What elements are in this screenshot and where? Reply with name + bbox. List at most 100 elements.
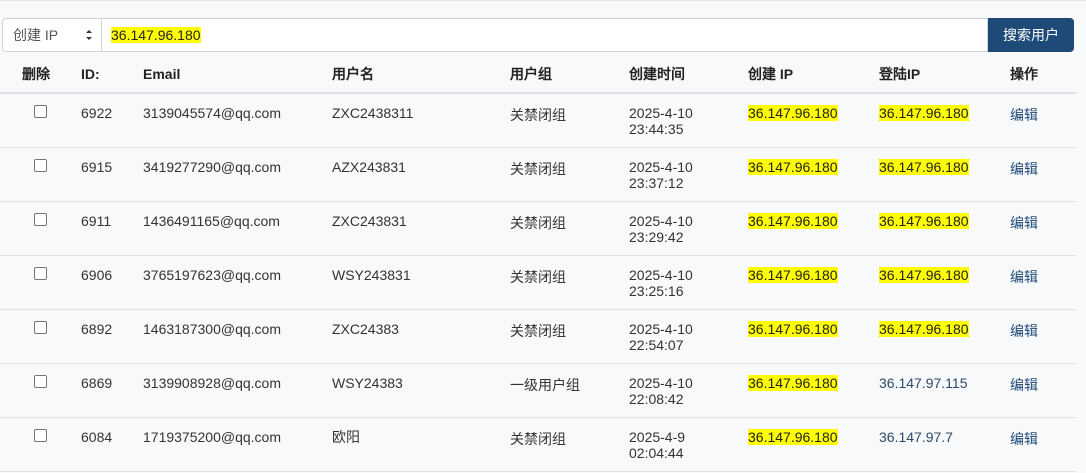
delete-cell [0,417,81,472]
user-email: 1436491165@qq.com [143,213,280,229]
edit-link[interactable]: 编辑 [1010,321,1038,339]
created-ip: 36.147.96.180 [748,105,838,121]
user-group: 关禁闭组 [510,431,566,447]
search-input-value: 36.147.96.180 [111,27,201,43]
edit-link[interactable]: 编辑 [1010,429,1038,447]
created-ip: 36.147.96.180 [748,375,838,391]
users-table: 删除 ID: Email 用户名 用户组 创建时间 创建 IP 登陆IP 操作 … [0,56,1076,472]
search-users-button[interactable]: 搜索用户 [988,18,1074,52]
created-date: 2025-4-10 [629,375,693,391]
edit-link[interactable]: 编辑 [1010,105,1038,123]
user-id: 6911 [81,213,112,229]
user-group: 关禁闭组 [510,161,566,177]
table-row: 6892 1463187300@qq.com ZXC24383 关禁闭组 202… [0,309,1076,364]
created-time: 2025-4-10 23:37:12 [629,148,748,191]
user-group: 一级用户组 [510,377,580,393]
delete-cell [0,309,81,364]
user-name: 欧阳 [332,429,360,445]
user-id: 6906 [81,267,113,283]
delete-cell [0,255,81,310]
user-name: WSY243831 [332,267,411,283]
created-date: 2025-4-9 [629,429,686,445]
header-created-ip: 创建 IP [748,56,879,94]
user-group: 关禁闭组 [510,107,566,123]
edit-link[interactable]: 编辑 [1010,159,1038,177]
search-field-select[interactable]: 创建 IP [2,18,101,52]
created-ip: 36.147.96.180 [748,321,838,337]
delete-checkbox[interactable] [34,429,47,442]
created-clock: 23:25:16 [629,283,684,299]
user-name: WSY24383 [332,375,403,391]
search-field-select-value: 创建 IP [13,27,59,43]
header-email: Email [143,56,332,94]
delete-checkbox[interactable] [34,159,47,172]
table-row: 6915 3419277290@qq.com AZX243831 关禁闭组 20… [0,147,1076,202]
search-bar: 创建 IP 36.147.96.180 搜索用户 [2,18,1074,52]
login-ip: 36.147.96.180 [879,267,969,283]
edit-link[interactable]: 编辑 [1010,213,1038,231]
user-email: 3139908928@qq.com [143,375,281,391]
created-time: 2025-4-10 23:25:16 [629,256,748,299]
created-ip: 36.147.96.180 [748,429,838,445]
user-id: 6915 [81,159,113,175]
created-clock: 22:54:07 [629,337,684,353]
page: 创建 IP 36.147.96.180 搜索用户 删除 ID: Email 用户… [0,0,1086,473]
search-input[interactable]: 36.147.96.180 [101,18,988,52]
user-id: 6869 [81,375,113,391]
user-email: 3765197623@qq.com [143,267,281,283]
created-time: 2025-4-9 02:04:44 [629,418,748,461]
delete-checkbox[interactable] [34,213,47,226]
table-row: 6869 3139908928@qq.com WSY24383 一级用户组 20… [0,363,1076,418]
header-action: 操作 [1010,56,1076,94]
created-clock: 23:44:35 [629,121,684,137]
created-time: 2025-4-10 22:08:42 [629,364,748,407]
user-name: ZXC243831 [332,213,407,229]
login-ip: 36.147.96.180 [879,105,969,121]
delete-cell [0,147,81,202]
created-date: 2025-4-10 [629,105,693,121]
created-clock: 22:08:42 [629,391,684,407]
user-group: 关禁闭组 [510,323,566,339]
created-ip: 36.147.96.180 [748,213,838,229]
edit-link[interactable]: 编辑 [1010,267,1038,285]
delete-checkbox[interactable] [34,105,47,118]
created-time: 2025-4-10 22:54:07 [629,310,748,353]
edit-link[interactable]: 编辑 [1010,375,1038,393]
header-created-time: 创建时间 [629,56,748,94]
login-ip: 36.147.96.180 [879,213,969,229]
login-ip: 36.147.97.115 [879,375,968,391]
table-row: 6911 1436491165@qq.com ZXC243831 关禁闭组 20… [0,201,1076,256]
delete-checkbox[interactable] [34,375,47,388]
created-date: 2025-4-10 [629,321,693,337]
table-row: 6922 3139045574@qq.com ZXC2438311 关禁闭组 2… [0,93,1076,148]
created-time: 2025-4-10 23:44:35 [629,94,748,137]
table-row: 6084 1719375200@qq.com 欧阳 关禁闭组 2025-4-9 … [0,417,1076,472]
user-id: 6892 [81,321,113,337]
delete-checkbox[interactable] [34,267,47,280]
table-row: 6906 3765197623@qq.com WSY243831 关禁闭组 20… [0,255,1076,310]
created-clock: 23:29:42 [629,229,684,245]
header-group: 用户组 [510,56,629,94]
user-email: 1463187300@qq.com [143,321,281,337]
delete-cell [0,201,81,256]
user-name: ZXC24383 [332,321,399,337]
login-ip: 36.147.96.180 [879,321,969,337]
login-ip: 36.147.97.7 [879,429,953,445]
created-ip: 36.147.96.180 [748,159,838,175]
created-clock: 02:04:44 [629,445,684,461]
delete-checkbox[interactable] [34,321,47,334]
header-login-ip: 登陆IP [879,56,1010,94]
user-name: AZX243831 [332,159,406,175]
delete-cell [0,363,81,418]
created-date: 2025-4-10 [629,213,693,229]
created-date: 2025-4-10 [629,159,693,175]
user-email: 3139045574@qq.com [143,105,281,121]
table-body: 6922 3139045574@qq.com ZXC2438311 关禁闭组 2… [0,93,1076,472]
created-date: 2025-4-10 [629,267,693,283]
header-delete: 删除 [0,56,81,94]
created-clock: 23:37:12 [629,175,684,191]
user-email: 3419277290@qq.com [143,159,281,175]
user-name: ZXC2438311 [332,105,414,121]
user-id: 6922 [81,105,113,121]
delete-cell [0,93,81,148]
